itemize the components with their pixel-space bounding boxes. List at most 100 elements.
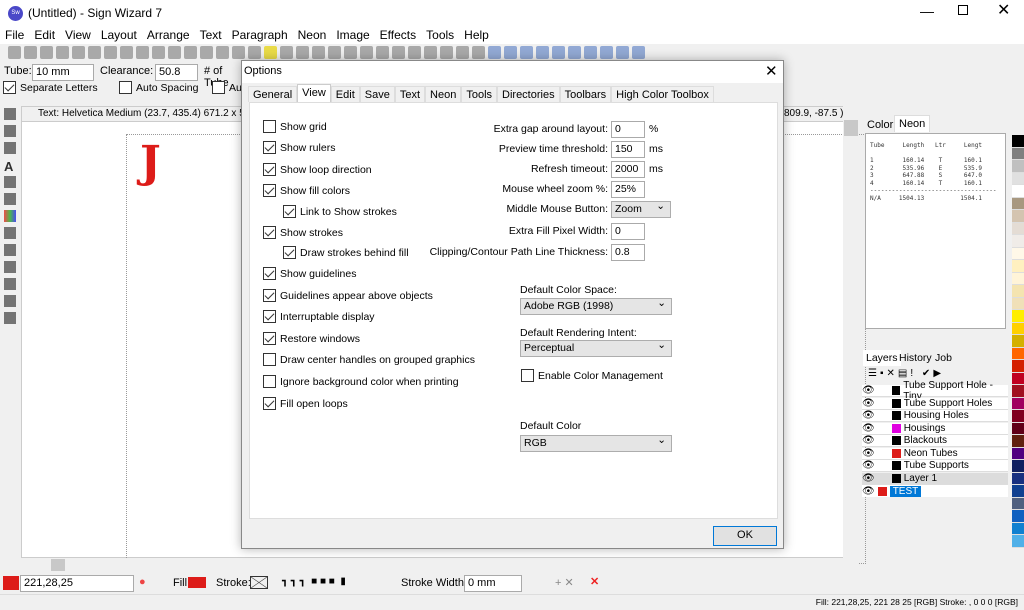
checkbox-box[interactable] (263, 353, 276, 366)
checkbox-box[interactable] (263, 310, 276, 323)
vertical-scrollbar[interactable] (843, 106, 859, 558)
trace-tool-icon[interactable] (4, 278, 16, 290)
layer-row[interactable]: 👁 Neon Tubes (862, 447, 1008, 460)
layer-row[interactable]: 👁 Tube Support Holes (862, 397, 1008, 410)
menu-layout[interactable]: Layout (96, 27, 142, 44)
toolbar-button-icon[interactable] (328, 46, 341, 59)
toolbar-button-icon[interactable] (408, 46, 421, 59)
field-input[interactable]: 0 (611, 223, 645, 240)
toolbar-button-icon[interactable] (136, 46, 149, 59)
list-icon[interactable]: ☰ (868, 368, 880, 379)
toolbar-button-icon[interactable] (424, 46, 437, 59)
palette-swatch[interactable] (1012, 497, 1024, 510)
palette-swatch[interactable] (1012, 197, 1024, 210)
toolbar-button-icon[interactable] (360, 46, 373, 59)
menu-view[interactable]: View (60, 27, 96, 44)
palette-swatch[interactable] (1012, 172, 1024, 185)
eye-icon[interactable]: 👁 (862, 448, 875, 459)
checkbox-fill-open-loops[interactable]: Fill open loops (263, 397, 348, 410)
palette-swatch[interactable] (1012, 385, 1024, 398)
eye-icon[interactable]: 👁 (862, 398, 875, 409)
check-icon[interactable]: ✔ (922, 368, 933, 379)
tab-toolbars[interactable]: Toolbars (559, 86, 612, 102)
palette-swatch[interactable] (1012, 222, 1024, 235)
palette-swatch[interactable] (1012, 347, 1024, 360)
palette-swatch[interactable] (1012, 210, 1024, 223)
menu-file[interactable]: File (0, 27, 29, 44)
checkbox-show-fill-colors[interactable]: Show fill colors (263, 184, 350, 197)
palette-swatch[interactable] (1012, 335, 1024, 348)
checkbox-ignore-background-color-when-printing[interactable]: Ignore background color when printing (263, 375, 459, 388)
palette-swatch[interactable] (1012, 522, 1024, 535)
layer-color-swatch[interactable] (891, 398, 901, 408)
layer-child-row[interactable]: 👁 TEST (862, 485, 1008, 497)
neon-tool-icon[interactable] (4, 193, 16, 205)
text-glyph[interactable]: J (140, 137, 161, 188)
toolbar-button-icon[interactable] (264, 46, 277, 59)
color-value-select[interactable]: 221,28,25 (20, 575, 134, 592)
color-tool-icon[interactable] (4, 210, 16, 222)
layer-color-swatch[interactable] (891, 448, 901, 458)
palette-swatch[interactable] (1012, 260, 1024, 273)
eye-icon[interactable]: 👁 (862, 385, 875, 396)
pointer-tool-icon[interactable] (4, 108, 16, 120)
minimize-button[interactable]: — (920, 3, 934, 19)
eye-icon[interactable]: 👁 (862, 435, 875, 446)
fill-color-button[interactable] (188, 577, 206, 588)
transform-tool-icon[interactable] (4, 142, 16, 154)
node-tool-icon[interactable] (4, 125, 16, 137)
menu-tools[interactable]: Tools (421, 27, 459, 44)
toolbar-button-icon[interactable] (616, 46, 629, 59)
auto-spacing-checkbox[interactable]: Auto Spacing (119, 81, 198, 94)
checkbox-box[interactable] (263, 332, 276, 345)
checkbox-box[interactable] (263, 141, 276, 154)
palette-swatch[interactable] (1012, 147, 1024, 160)
print-icon[interactable]: ▤ (898, 368, 910, 379)
toolbar-button-icon[interactable] (600, 46, 613, 59)
checkbox-box[interactable] (263, 163, 276, 176)
eye-icon[interactable]: 👁 (862, 460, 875, 471)
tab-job[interactable]: Job (935, 352, 952, 364)
toolbar-button-icon[interactable] (40, 46, 53, 59)
layer-color-swatch[interactable] (891, 473, 901, 483)
menu-paragraph[interactable]: Paragraph (227, 27, 293, 44)
default-color-select[interactable]: RGB (520, 433, 672, 452)
checkbox-box[interactable] (263, 120, 276, 133)
toolbar-button-icon[interactable] (216, 46, 229, 59)
palette-swatch[interactable] (1012, 135, 1024, 148)
tab-general[interactable]: General (248, 86, 298, 102)
delete-icon[interactable]: ✕ (887, 368, 898, 379)
color-management-checkbox[interactable]: Enable Color Management (521, 369, 663, 382)
toolbar-button-icon[interactable] (88, 46, 101, 59)
layer-color-swatch[interactable] (891, 411, 901, 420)
palette-swatch[interactable] (1012, 160, 1024, 173)
layer-color-swatch[interactable] (877, 486, 887, 496)
field-input[interactable]: 0 (611, 121, 645, 138)
color-space-select[interactable]: Adobe RGB (1998) (520, 296, 672, 315)
checkbox-restore-windows[interactable]: Restore windows (263, 332, 360, 345)
field-input[interactable]: 2000 (611, 161, 645, 178)
tab-color[interactable]: Color (864, 117, 896, 133)
toolbar-button-icon[interactable] (520, 46, 533, 59)
add-icon[interactable]: + ✕ (555, 576, 574, 589)
menu-help[interactable]: Help (459, 27, 494, 44)
tube-select[interactable]: 10 mm (32, 64, 94, 81)
palette-swatch[interactable] (1012, 372, 1024, 385)
palette-swatch[interactable] (1012, 447, 1024, 460)
tab-layers[interactable]: Layers (863, 350, 901, 366)
palette-swatch[interactable] (1012, 535, 1024, 548)
eraser-tool-icon[interactable] (4, 312, 16, 324)
measure-tool-icon[interactable] (4, 295, 16, 307)
separate-letters-checkbox[interactable]: Separate Letters (3, 81, 98, 94)
stroke-none-icon[interactable] (250, 576, 268, 589)
menu-text[interactable]: Text (195, 27, 227, 44)
layer-row[interactable]: 👁 Tube Support Hole - Tiny (862, 380, 1008, 402)
menu-arrange[interactable]: Arrange (142, 27, 195, 44)
toolbar-button-icon[interactable] (152, 46, 165, 59)
toolbar-button-icon[interactable] (568, 46, 581, 59)
fill-swatch[interactable] (3, 576, 19, 590)
clearance-input[interactable]: 50.8 (155, 64, 198, 81)
remove-color-icon[interactable]: ✕ (590, 575, 599, 588)
tab-neon[interactable]: Neon (894, 115, 931, 132)
rectangle-tool-icon[interactable] (4, 227, 16, 239)
